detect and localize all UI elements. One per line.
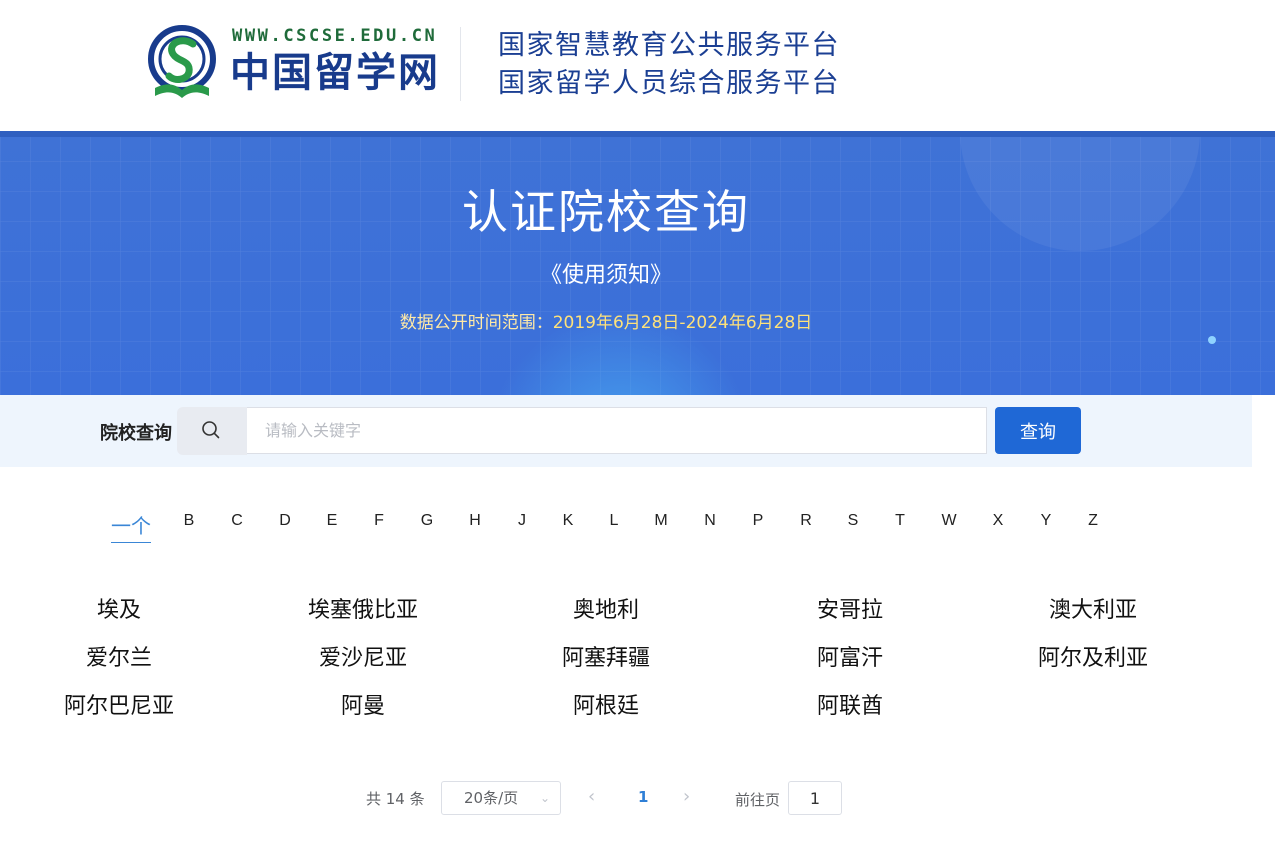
country-item[interactable]: 阿曼 (341, 688, 385, 720)
letter-filter-item[interactable]: D (279, 512, 291, 530)
data-range-value: 2019年6月28日-2024年6月28日 (552, 313, 813, 333)
page-size-select[interactable]: 20条/页 ⌄ (441, 781, 561, 815)
country-item[interactable]: 奥地利 (573, 592, 639, 624)
letter-filter-item[interactable]: F (374, 512, 384, 530)
letter-filter-item[interactable]: N (704, 512, 716, 530)
letter-filter-item[interactable]: 一个 (111, 510, 151, 543)
country-item[interactable]: 爱沙尼亚 (319, 640, 407, 672)
letter-filter-item[interactable]: P (753, 512, 764, 530)
cscse-logo-icon (148, 25, 216, 98)
page-size-value: 20条/页 (464, 789, 519, 807)
letter-filter-item[interactable]: J (518, 512, 526, 530)
country-item[interactable]: 爱尔兰 (86, 640, 152, 672)
country-item[interactable]: 阿根廷 (573, 688, 639, 720)
logo-url-text: WWW.CSCSE.EDU.CN (232, 26, 438, 46)
letter-filter-item[interactable]: B (184, 512, 195, 530)
header-divider (460, 27, 461, 101)
country-item[interactable]: 澳大利亚 (1049, 592, 1137, 624)
page-title: 认证院校查询 (462, 185, 750, 239)
letter-filter-item[interactable]: E (327, 512, 338, 530)
country-item[interactable]: 阿塞拜疆 (562, 640, 650, 672)
letter-filter-item[interactable]: X (993, 512, 1004, 530)
page-number-current[interactable]: 1 (638, 788, 648, 806)
country-item[interactable]: 阿富汗 (817, 640, 883, 672)
letter-filter-item[interactable]: T (895, 512, 905, 530)
pagination: 共 14 条 20条/页 ⌄ ‹ 1 › 前往页 (0, 780, 1275, 816)
letter-filter-item[interactable]: H (469, 512, 481, 530)
letter-filter-item[interactable]: Z (1088, 512, 1098, 530)
country-item[interactable]: 安哥拉 (817, 592, 883, 624)
search-button[interactable]: 查询 (995, 407, 1081, 454)
country-item[interactable]: 阿尔及利亚 (1038, 640, 1148, 672)
search-label: 院校查询 (100, 423, 172, 444)
chevron-down-icon: ⌄ (539, 791, 550, 805)
goto-page-label: 前往页 (735, 791, 781, 809)
country-item[interactable]: 阿尔巴尼亚 (64, 688, 174, 720)
logo-name-text: 中国留学网 (230, 49, 440, 96)
pagination-total: 共 14 条 (366, 790, 425, 808)
site-header: WWW.CSCSE.EDU.CN 中国留学网 国家智慧教育公共服务平台 国家留学… (0, 0, 1275, 131)
usage-notice-link[interactable]: 《使用须知》 (0, 257, 1212, 289)
goto-page-input[interactable] (788, 781, 842, 815)
hero-banner: 认证院校查询 《使用须知》 数据公开时间范围：2019年6月28日-2024年6… (0, 131, 1275, 395)
country-item[interactable]: 埃及 (97, 592, 141, 624)
search-input[interactable] (247, 407, 987, 454)
letter-filter-item[interactable]: L (610, 512, 619, 530)
data-range-label: 数据公开时间范围： (399, 313, 553, 333)
data-range-text: 数据公开时间范围：2019年6月28日-2024年6月28日 (0, 308, 1212, 333)
platform-name-line1: 国家智慧教育公共服务平台 (498, 30, 840, 61)
letter-filter-item[interactable]: Y (1041, 512, 1052, 530)
country-list: 埃及 埃塞俄比亚 奥地利 安哥拉 澳大利亚爱尔兰 爱沙尼亚 阿塞拜疆 阿富汗 阿尔及利亚阿尔巴尼… (0, 592, 1275, 742)
country-item[interactable]: 埃塞俄比亚 (308, 592, 418, 624)
search-icon-box (177, 407, 247, 455)
search-bar: 院校查询 查询 (0, 395, 1252, 467)
letter-filter-item[interactable]: W (941, 512, 956, 530)
next-page-icon[interactable]: › (683, 786, 690, 807)
country-item[interactable]: 阿联酋 (817, 688, 883, 720)
letter-filter-item[interactable]: M (654, 512, 667, 530)
letter-filter-item[interactable]: K (563, 512, 574, 530)
letter-filter-item[interactable]: G (421, 512, 433, 530)
letter-index-nav: 一个 B C D E F G H J K L M N P R S T W X Y Z (0, 512, 1275, 544)
prev-page-icon[interactable]: ‹ (588, 786, 595, 807)
letter-filter-item[interactable]: C (231, 512, 243, 530)
search-icon (202, 421, 220, 439)
platform-name-line2: 国家留学人员综合服务平台 (498, 68, 840, 99)
letter-filter-item[interactable]: R (800, 512, 812, 530)
letter-filter-item[interactable]: S (848, 512, 859, 530)
